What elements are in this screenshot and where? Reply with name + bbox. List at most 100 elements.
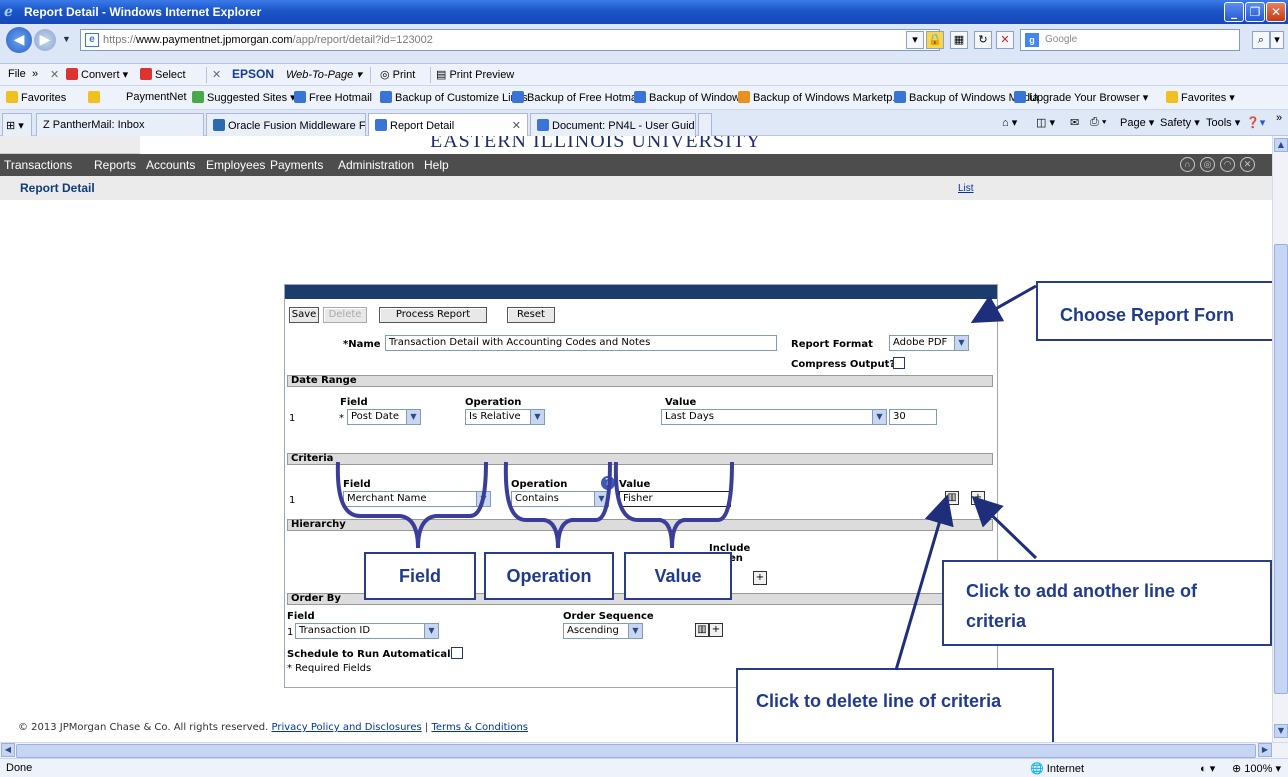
compat-icon[interactable]: ▦ — [950, 31, 968, 49]
reset-button[interactable]: Reset — [507, 307, 555, 323]
days-input[interactable]: 30 — [889, 409, 937, 425]
schedule-checkbox[interactable] — [451, 647, 463, 659]
menu-file[interactable]: File — [8, 68, 26, 80]
nav-employees[interactable]: Employees — [206, 158, 265, 172]
nav-administration[interactable]: Administration — [338, 158, 414, 172]
tab-document[interactable]: Document: PN4L - User Guid... — [530, 113, 696, 136]
university-banner: EASTERN ILLINOIS UNIVERSITY — [430, 136, 762, 152]
form-header-bar — [285, 285, 997, 299]
compress-label: Compress Output? — [791, 359, 896, 370]
more-icon[interactable]: » — [1276, 112, 1282, 124]
vertical-scrollbar[interactable]: ▲ ▼ — [1272, 136, 1288, 742]
user-icon[interactable]: ◠ — [1220, 157, 1235, 172]
fav-paymentnet[interactable]: PaymentNet — [126, 91, 187, 103]
convert-button[interactable]: Convert ▾ — [66, 68, 128, 81]
nav-transactions[interactable]: Transactions — [4, 158, 72, 172]
search-options-icon[interactable]: ▾ — [1270, 31, 1284, 49]
print-button[interactable]: ◎ Print — [380, 68, 415, 81]
criteria-field-select[interactable]: Merchant Name ▼ — [343, 491, 491, 507]
hscroll-thumb — [16, 744, 1256, 758]
page-menu[interactable]: Page ▾ — [1120, 116, 1154, 129]
nav-payments[interactable]: Payments — [270, 158, 323, 172]
nav-accounts[interactable]: Accounts — [146, 158, 195, 172]
order-trash-icon[interactable]: ▥ — [695, 623, 709, 637]
close-epson-icon[interactable]: ✕ — [212, 68, 221, 81]
maximize-button[interactable]: ❐ — [1245, 2, 1265, 22]
new-tab-button[interactable] — [698, 113, 712, 136]
headset-icon[interactable]: ∩ — [1180, 157, 1195, 172]
order-sequence-select[interactable]: Ascending ▼ — [563, 623, 643, 639]
select-button[interactable]: Select — [140, 68, 186, 81]
tools-menu[interactable]: Tools ▾ — [1206, 116, 1240, 129]
nav-help[interactable]: Help — [424, 158, 449, 172]
help-circle-icon[interactable]: ? — [601, 476, 615, 490]
scroll-thumb — [1274, 244, 1288, 694]
fav-backup-marketplace[interactable]: Backup of Windows Marketp... — [738, 91, 902, 104]
logout-icon[interactable]: ✕ — [1240, 157, 1255, 172]
url-path: /app/report/detail?id=123002 — [292, 34, 433, 46]
safety-menu[interactable]: Safety ▾ — [1160, 116, 1200, 129]
fav-backup-windows[interactable]: Backup of Windows — [634, 91, 746, 104]
date-field-select[interactable]: Post Date ▼ — [347, 409, 421, 425]
hierarchy-plus-icon[interactable]: + — [753, 571, 767, 585]
minimize-button[interactable]: _ — [1224, 2, 1244, 22]
web-to-page-button[interactable]: Web-To-Page ▾ — [286, 68, 362, 81]
fav-upgrade[interactable]: Upgrade Your Browser ▾ — [1014, 91, 1148, 104]
quick-tabs-icon[interactable]: ⊞ ▾ — [2, 113, 32, 136]
url-prefix: https:// — [103, 34, 137, 46]
order-plus-icon[interactable]: + — [709, 623, 723, 637]
process-report-button[interactable]: Process Report — [379, 307, 487, 323]
mail-icon[interactable]: ✉ — [1070, 116, 1079, 129]
footer-separator: | — [424, 722, 429, 733]
protected-mode-icon[interactable]: ◐ ▾ — [1200, 762, 1215, 775]
fav-backup-links[interactable]: Backup of Customize Links — [380, 91, 528, 104]
date-operation-select[interactable]: Is Relative ▼ — [465, 409, 545, 425]
report-format-select[interactable]: Adobe PDF ▼ — [889, 335, 969, 351]
date-value-select[interactable]: Last Days ▼ — [661, 409, 887, 425]
help-icon[interactable]: ❓▾ — [1246, 116, 1265, 129]
fav-hotmail[interactable]: Free Hotmail — [294, 91, 372, 104]
save-button[interactable]: Save — [289, 307, 319, 323]
home-icon[interactable]: ⌂ ▾ — [1002, 116, 1017, 129]
order-field-select[interactable]: Transaction ID ▼ — [295, 623, 439, 639]
privacy-link[interactable]: Privacy Policy and Disclosures — [271, 722, 421, 733]
search-icon[interactable]: ⌕ — [1252, 31, 1270, 49]
criteria-value-input[interactable]: Fisher — [619, 491, 731, 507]
plus-icon[interactable]: + — [971, 491, 985, 505]
tab-panthermail[interactable]: Z PantherMail: Inbox — [36, 113, 204, 136]
close-toolbar-icon[interactable]: ✕ — [50, 68, 59, 81]
lock-icon[interactable]: 🔒 — [926, 31, 944, 49]
fav-backup-hotmail[interactable]: Backup of Free Hotmail — [512, 91, 642, 104]
date-field-header: Field — [340, 397, 368, 408]
zoom-control[interactable]: ⊕ 100% ▾ — [1232, 762, 1281, 775]
trash-icon[interactable]: ▥ — [945, 491, 959, 505]
compress-checkbox[interactable] — [893, 357, 905, 369]
info-icon[interactable]: ◎ — [1200, 157, 1215, 172]
feeds-icon[interactable]: ◫ ▾ — [1036, 116, 1055, 129]
search-input[interactable]: g Google — [1020, 29, 1240, 51]
add-favorites-icon[interactable] — [88, 91, 103, 104]
back-icon[interactable]: ◀ — [6, 27, 32, 53]
refresh-icon[interactable]: ↻ — [974, 31, 992, 49]
tab-oracle[interactable]: Oracle Fusion Middleware Fo... — [206, 113, 366, 136]
history-dropdown-icon[interactable]: ▼ — [62, 34, 71, 44]
list-link[interactable]: List — [958, 183, 974, 194]
forward-icon[interactable]: ▶ — [34, 29, 56, 51]
nav-reports[interactable]: Reports — [94, 158, 136, 172]
criteria-operation-select[interactable]: Contains ▼ — [511, 491, 609, 507]
name-input[interactable]: Transaction Detail with Accounting Codes… — [385, 335, 777, 351]
url-domain: www.paymentnet.jpmorgan.com — [136, 34, 293, 46]
close-button[interactable]: ✕ — [1266, 2, 1286, 22]
horizontal-scrollbar[interactable]: ◀ ▶ — [0, 742, 1288, 758]
print-preview-button[interactable]: ▤ Print Preview — [436, 68, 514, 81]
fav-suggested[interactable]: Suggested Sites ▾ — [192, 91, 296, 104]
chevron-icon[interactable]: » — [32, 68, 38, 80]
favorites-button[interactable]: Favorites — [6, 91, 66, 104]
fav-favorites[interactable]: Favorites ▾ — [1166, 91, 1235, 104]
url-input[interactable]: e https://www.paymentnet.jpmorgan.com/ap… — [80, 29, 940, 51]
terms-link[interactable]: Terms & Conditions — [431, 722, 528, 733]
print-icon[interactable]: ⎙ ▾ — [1090, 116, 1106, 129]
dropdown-icon[interactable]: ▾ — [906, 31, 924, 49]
tab-report-detail[interactable]: Report Detail ✕ — [368, 113, 528, 136]
stop-icon[interactable]: ✕ — [996, 31, 1014, 49]
